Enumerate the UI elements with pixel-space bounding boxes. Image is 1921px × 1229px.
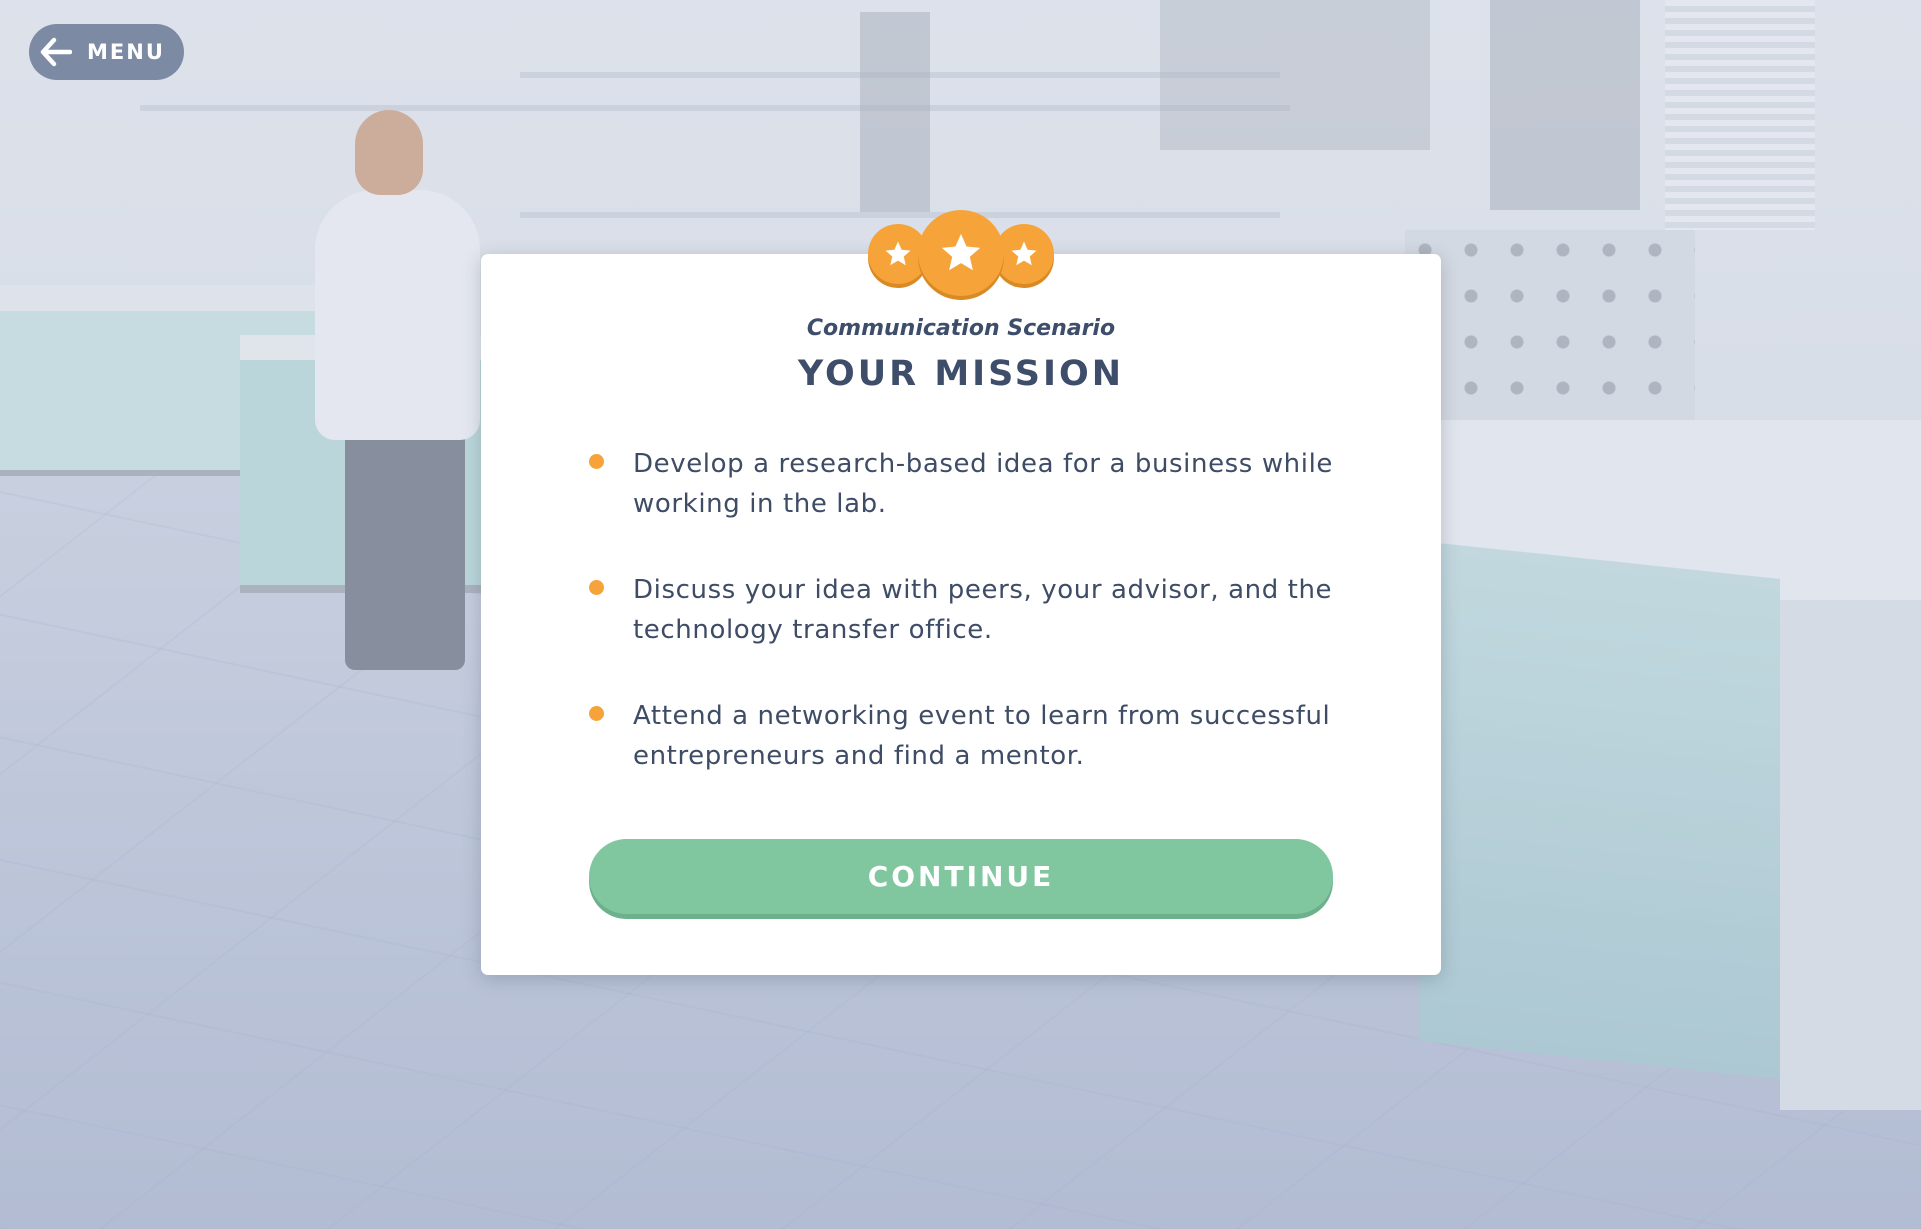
mission-item-text: Develop a research-based idea for a busi…	[633, 449, 1334, 519]
menu-button[interactable]: MENU	[29, 24, 184, 80]
mission-list: Develop a research-based idea for a busi…	[589, 444, 1349, 822]
continue-button[interactable]: CONTINUE	[589, 839, 1333, 914]
mission-dialog: Communication Scenario YOUR MISSION Deve…	[481, 254, 1441, 975]
bullet-dot-icon	[589, 706, 604, 721]
mission-item-text: Discuss your idea with peers, your advis…	[633, 575, 1333, 645]
dialog-title: YOUR MISSION	[797, 354, 1125, 394]
bullet-dot-icon	[589, 580, 604, 595]
mission-item: Discuss your idea with peers, your advis…	[589, 570, 1349, 650]
bullet-dot-icon	[589, 454, 604, 469]
arrow-left-icon	[39, 35, 73, 69]
mission-item: Develop a research-based idea for a busi…	[589, 444, 1349, 524]
star-icon	[918, 210, 1004, 296]
dialog-subtitle: Communication Scenario	[806, 316, 1116, 341]
menu-label: MENU	[87, 40, 165, 64]
star-rating	[868, 210, 1054, 302]
mission-item: Attend a networking event to learn from …	[589, 696, 1349, 776]
mission-item-text: Attend a networking event to learn from …	[633, 701, 1331, 771]
